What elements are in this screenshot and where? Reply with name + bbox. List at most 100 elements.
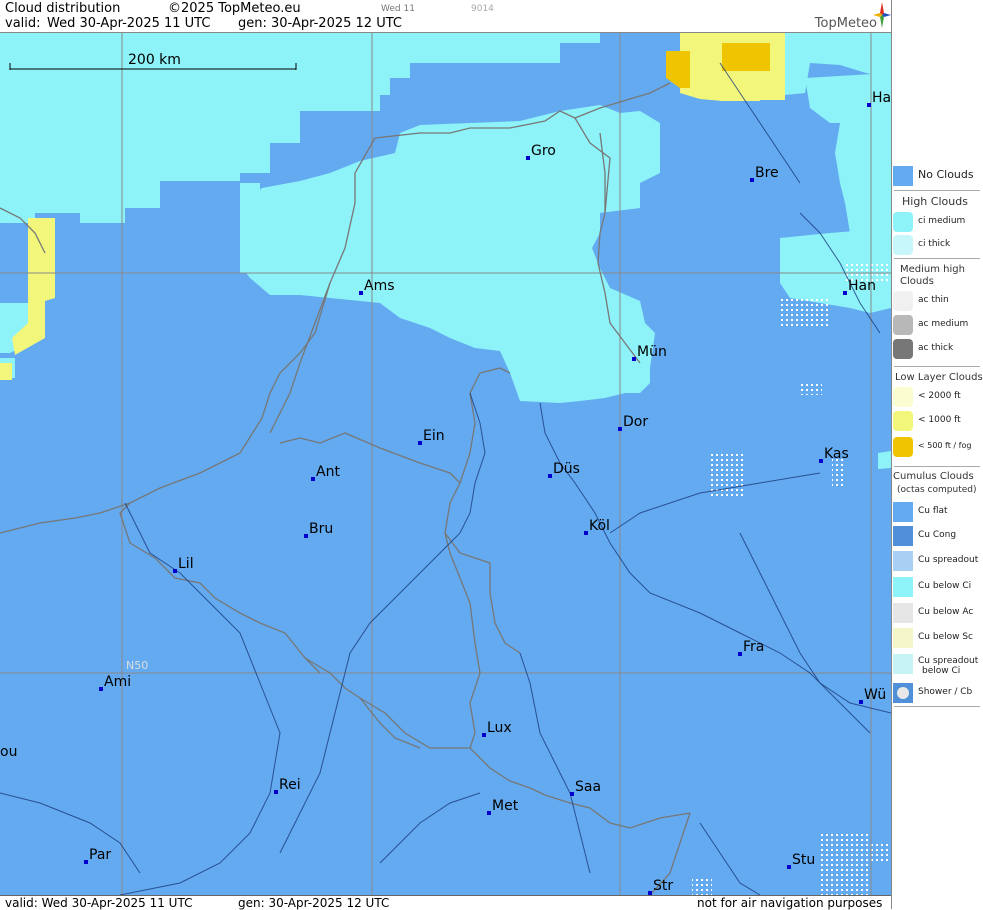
low-2000-swatch — [893, 387, 913, 407]
city-saa: Saa — [570, 779, 601, 796]
city-marker — [548, 474, 552, 478]
legend-cu-below-ac: Cu below Ac — [892, 603, 982, 623]
city-marker — [570, 792, 574, 796]
city-lil: Lil — [173, 556, 194, 573]
city-marker — [99, 687, 103, 691]
city-marker — [482, 733, 486, 737]
city-marker — [84, 860, 88, 864]
legend-cu-cong: Cu Cong — [892, 526, 982, 546]
legend-ac-thick: ac thick — [892, 339, 982, 359]
city-par: Par — [84, 847, 111, 864]
city-marker — [867, 103, 871, 107]
city-gro: Gro — [526, 143, 556, 160]
city-bru: Bru — [304, 521, 333, 538]
legend-ac-medium: ac medium — [892, 315, 982, 335]
city-dus: Düs — [548, 461, 580, 478]
cu-below-sc-swatch — [893, 628, 913, 648]
legend-ci-thick: ci thick — [892, 235, 982, 255]
valid-prefix: valid: — [5, 16, 41, 31]
legend-ci-medium: ci medium — [892, 212, 982, 232]
city-label: Bre — [755, 165, 779, 181]
topmeteo-logo: TopMeteo — [814, 16, 877, 31]
legend-cu-spread-ci: Cu spreadout below Ci — [892, 654, 982, 680]
city-marker — [819, 459, 823, 463]
legend-high-title: High Clouds — [902, 195, 968, 208]
city-label: Dor — [623, 414, 648, 430]
city-marker — [173, 569, 177, 573]
city-mun: Mün — [632, 344, 667, 361]
city-label: Mün — [637, 344, 667, 360]
cu-below-ac-swatch — [893, 603, 913, 623]
valid-time: Wed 30-Apr-2025 11 UTC — [47, 16, 211, 31]
city-marker — [526, 156, 530, 160]
city-marker — [311, 477, 315, 481]
cu-cong-swatch — [893, 526, 913, 546]
legend-cu-flat: Cu flat — [892, 502, 982, 522]
legend-cu-spreadout: Cu spreadout — [892, 551, 982, 571]
cu-flat-swatch — [893, 502, 913, 522]
ci-thick-swatch — [893, 235, 913, 255]
low-1000-swatch — [893, 411, 913, 431]
city-label: Stu — [792, 852, 815, 868]
city-marker — [418, 441, 422, 445]
city-label: Rei — [279, 777, 301, 793]
city-marker — [750, 178, 754, 182]
city-label: Lil — [178, 556, 194, 572]
compass-star-icon — [873, 2, 891, 28]
footer-disclaimer: not for air navigation purposes — [697, 896, 883, 910]
shower-swatch — [893, 683, 913, 703]
city-label: Met — [492, 798, 519, 814]
city-marker — [843, 291, 847, 295]
city-ein: Ein — [418, 428, 445, 445]
city-ams: Ams — [359, 278, 395, 295]
city-marker — [787, 865, 791, 869]
legend-low-1000: < 1000 ft — [892, 411, 982, 431]
city-lux: Lux — [482, 720, 512, 737]
city-marker — [618, 427, 622, 431]
legend-low-500: < 500 ft / fog — [892, 437, 982, 457]
city-marker — [859, 700, 863, 704]
image-code: 9014 — [471, 4, 494, 14]
city-label: Wü — [864, 687, 886, 703]
city-dor: Dor — [618, 414, 648, 431]
footer-gen: gen: 30-Apr-2025 12 UTC — [238, 896, 390, 910]
cu-spreadout-swatch — [893, 551, 913, 571]
legend-cu-title: Cumulus Clouds — [893, 471, 974, 482]
no-clouds-swatch — [893, 166, 913, 186]
city-marker — [304, 534, 308, 538]
city-ami: Ami — [99, 674, 131, 691]
copyright: ©2025 TopMeteo.eu — [168, 1, 301, 16]
legend-cu-below-ci: Cu below Ci — [892, 577, 982, 597]
map-footer: valid: Wed 30-Apr-2025 11 UTC gen: 30-Ap… — [0, 895, 891, 910]
cloud-map[interactable]: 200 km N50 Gro Bre Ha Ams Han Mün Ein Dor Kas Ant… — [0, 33, 891, 895]
city-label: Bru — [309, 521, 333, 537]
ac-medium-swatch — [893, 315, 913, 335]
legend-cu-sub: (octas computed) — [897, 485, 977, 495]
city-met: Met — [487, 798, 519, 815]
legend-cu-below-sc: Cu below Sc — [892, 628, 982, 648]
ac-thick-swatch — [893, 339, 913, 359]
city-label: Kas — [824, 446, 849, 462]
map-title: Cloud distribution — [5, 1, 121, 16]
city-fra: Fra — [738, 639, 764, 656]
city-label: Ein — [423, 428, 445, 444]
city-bre: Bre — [750, 165, 779, 182]
city-str: Str — [648, 878, 673, 895]
city-marker — [738, 652, 742, 656]
city-stu: Stu — [787, 852, 815, 869]
ci-medium-swatch — [893, 212, 913, 232]
city-label: Ams — [364, 278, 395, 294]
city-label: ou — [0, 744, 17, 760]
gen-time: gen: 30-Apr-2025 12 UTC — [238, 16, 402, 31]
city-label: Han — [848, 278, 876, 294]
city-label: Köl — [589, 518, 610, 534]
cu-below-ci-swatch — [893, 577, 913, 597]
city-label: Par — [89, 847, 111, 863]
city-label: Ant — [316, 464, 340, 480]
map-header: Cloud distribution ©2025 TopMeteo.eu Wed… — [0, 0, 891, 33]
legend-no-clouds: No Clouds — [892, 166, 982, 186]
city-label: Saa — [575, 779, 601, 795]
city-label: Str — [653, 878, 673, 894]
legend-low-2000: < 2000 ft — [892, 387, 982, 407]
city-rei: Rei — [274, 777, 301, 794]
